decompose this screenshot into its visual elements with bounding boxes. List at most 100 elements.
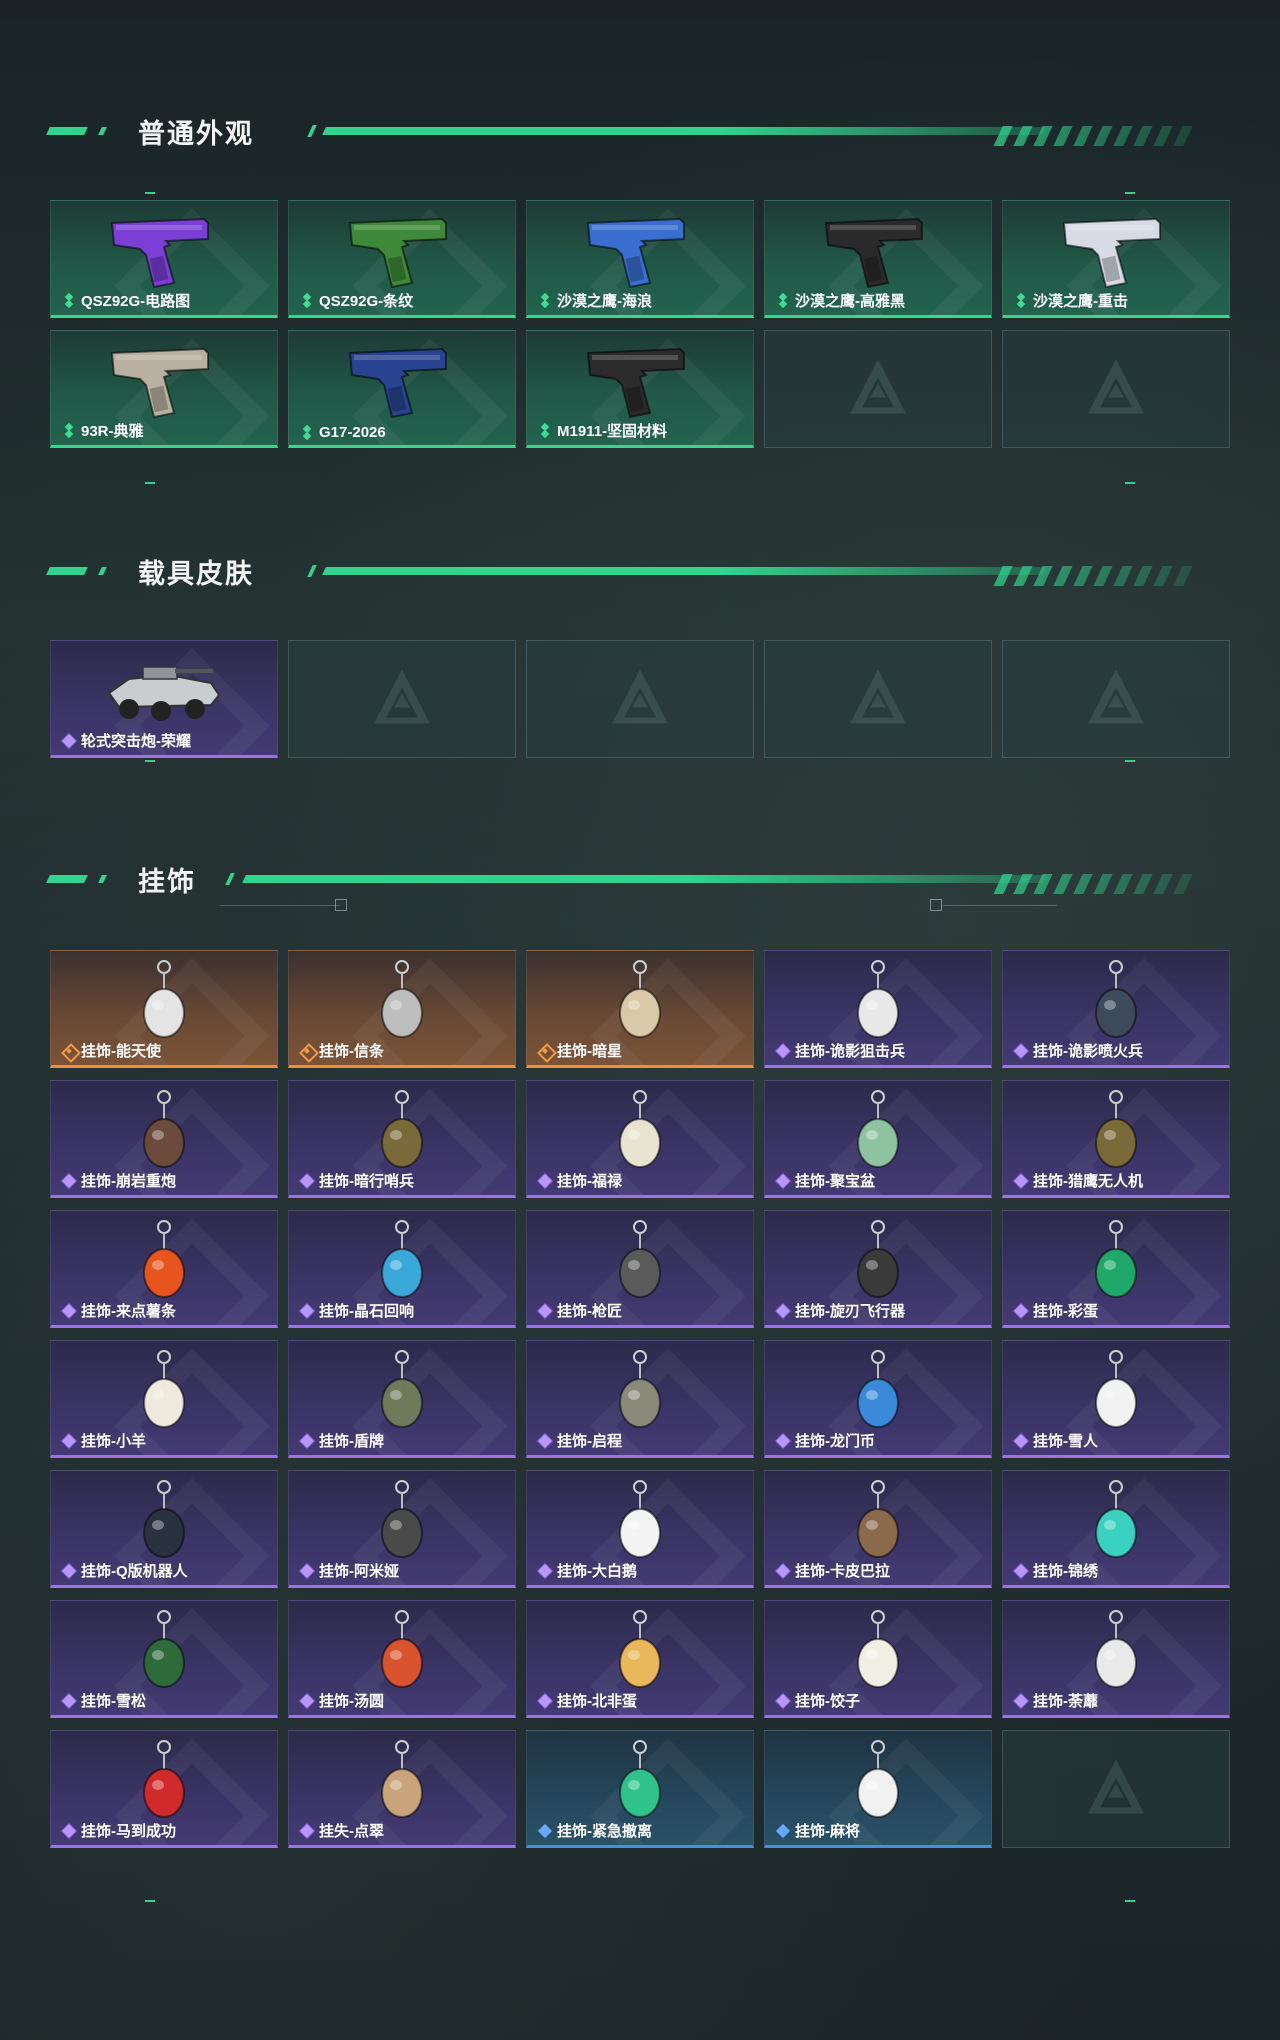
item-tile[interactable]: 挂饰-枪匠 — [526, 1210, 754, 1328]
item-tile[interactable]: 挂饰-Q版机器人 — [50, 1470, 278, 1588]
item-tile[interactable]: 轮式突击炮-荣耀 — [50, 640, 278, 758]
charm-icon — [129, 1609, 199, 1700]
item-tile[interactable]: G17-2026 — [288, 330, 516, 448]
item-tile[interactable]: 挂饰-来点薯条 — [50, 1210, 278, 1328]
item-name: 挂饰-聚宝盆 — [795, 1173, 875, 1190]
item-name: 轮式突击炮-荣耀 — [81, 733, 191, 750]
item-tile[interactable]: QSZ92G-电路图 — [50, 200, 278, 318]
item-tile[interactable]: 挂饰-诡影狙击兵 — [764, 950, 992, 1068]
section-title: 载具皮肤 — [138, 559, 254, 589]
charm-icon — [843, 959, 913, 1050]
item-label: M1911-坚固材料 — [539, 420, 667, 441]
item-tile[interactable]: 挂饰-小羊 — [50, 1340, 278, 1458]
item-tile[interactable]: 挂饰-雪人 — [1002, 1340, 1230, 1458]
rarity-icon — [539, 1175, 551, 1187]
item-tile[interactable]: 挂饰-彩蛋 — [1002, 1210, 1230, 1328]
charm-icon — [367, 1089, 437, 1180]
header-checker — [993, 566, 1203, 586]
charm-icon — [1081, 959, 1151, 1050]
ruler-box — [335, 899, 347, 911]
item-tile[interactable]: 挂饰-锦绣 — [1002, 1470, 1230, 1588]
rarity-icon — [777, 1565, 789, 1577]
item-label: 挂饰-雪松 — [63, 1690, 146, 1711]
item-label: QSZ92G-条纹 — [301, 290, 413, 311]
item-tile[interactable]: 挂饰-信条 — [288, 950, 516, 1068]
item-label: 挂饰-福禄 — [539, 1170, 622, 1191]
item-tile[interactable]: 挂饰-龙门币 — [764, 1340, 992, 1458]
item-label: 挂饰-猎鹰无人机 — [1015, 1170, 1143, 1191]
item-tile[interactable]: 挂饰-晶石回响 — [288, 1210, 516, 1328]
item-tile[interactable]: 挂饰-能天使 — [50, 950, 278, 1068]
item-tile[interactable]: 挂饰-饺子 — [764, 1600, 992, 1718]
item-tile[interactable]: 挂饰-麻将 — [764, 1730, 992, 1848]
item-tile[interactable]: 挂饰-雪松 — [50, 1600, 278, 1718]
item-label: 挂饰-崩岩重炮 — [63, 1170, 176, 1191]
empty-slot — [764, 330, 992, 448]
empty-slot — [288, 640, 516, 758]
tick-mark — [1125, 760, 1135, 762]
tick-mark — [1125, 192, 1135, 194]
rarity-icon — [63, 1045, 75, 1057]
ruler-line — [942, 905, 1057, 906]
item-tile[interactable]: 沙漠之鹰-高雅黑 — [764, 200, 992, 318]
item-name: M1911-坚固材料 — [557, 423, 668, 440]
item-label: 挂饰-荼蘼 — [1015, 1690, 1098, 1711]
rarity-icon — [539, 1305, 551, 1317]
placeholder-logo-icon — [1086, 1758, 1146, 1821]
item-name: 挂饰-旋刃飞行器 — [795, 1303, 905, 1320]
header-separator — [307, 125, 317, 137]
item-tile[interactable]: 挂饰-暗行哨兵 — [288, 1080, 516, 1198]
item-tile[interactable]: 沙漠之鹰-重击 — [1002, 200, 1230, 318]
item-tile[interactable]: 挂饰-卡皮巴拉 — [764, 1470, 992, 1588]
ruler-line — [220, 905, 340, 906]
item-label: 挂饰-北非蛋 — [539, 1690, 637, 1711]
item-name: 挂饰-马到成功 — [81, 1823, 176, 1840]
item-tile[interactable]: 挂饰-旋刃飞行器 — [764, 1210, 992, 1328]
vehicles-grid: 轮式突击炮-荣耀 — [50, 640, 1230, 758]
charm-icon — [843, 1349, 913, 1440]
item-tile[interactable]: 挂饰-马到成功 — [50, 1730, 278, 1848]
pistol-icon — [342, 209, 462, 296]
item-label: 挂饰-盾牌 — [301, 1430, 384, 1451]
item-tile[interactable]: 挂失-点翠 — [288, 1730, 516, 1848]
item-label: 挂饰-来点薯条 — [63, 1300, 176, 1321]
empty-slot — [764, 640, 992, 758]
item-tile[interactable]: 挂饰-猎鹰无人机 — [1002, 1080, 1230, 1198]
charm-icon — [843, 1089, 913, 1180]
item-name: 挂饰-大白鹅 — [557, 1563, 637, 1580]
weapons-grid: QSZ92G-电路图 QSZ92G-条纹 沙漠之鹰-海浪 沙漠之鹰-高雅黑 沙漠… — [50, 200, 1230, 448]
charm-icon — [367, 1349, 437, 1440]
pistol-icon — [818, 209, 938, 296]
item-tile[interactable]: 挂饰-崩岩重炮 — [50, 1080, 278, 1198]
charm-icon — [129, 1219, 199, 1310]
rarity-icon — [539, 1435, 551, 1447]
item-label: 挂饰-阿米娅 — [301, 1560, 399, 1581]
item-tile[interactable]: 挂饰-荼蘼 — [1002, 1600, 1230, 1718]
item-tile[interactable]: 挂饰-启程 — [526, 1340, 754, 1458]
item-tile[interactable]: 挂饰-北非蛋 — [526, 1600, 754, 1718]
item-tile[interactable]: 挂饰-聚宝盆 — [764, 1080, 992, 1198]
item-name: 挂饰-Q版机器人 — [81, 1563, 188, 1580]
item-tile[interactable]: 挂饰-阿米娅 — [288, 1470, 516, 1588]
item-tile[interactable]: 挂饰-大白鹅 — [526, 1470, 754, 1588]
item-tile[interactable]: 挂饰-诡影喷火兵 — [1002, 950, 1230, 1068]
item-tile[interactable]: QSZ92G-条纹 — [288, 200, 516, 318]
item-name: 挂饰-来点薯条 — [81, 1303, 176, 1320]
header-checker — [993, 874, 1203, 894]
item-label: 挂失-点翠 — [301, 1820, 384, 1841]
placeholder-logo-icon — [848, 668, 908, 731]
item-tile[interactable]: 挂饰-福禄 — [526, 1080, 754, 1198]
charm-icon — [605, 959, 675, 1050]
item-name: 93R-典雅 — [81, 423, 144, 440]
item-tile[interactable]: 93R-典雅 — [50, 330, 278, 448]
rarity-icon — [1015, 1435, 1027, 1447]
item-tile[interactable]: 挂饰-暗星 — [526, 950, 754, 1068]
item-tile[interactable]: 挂饰-盾牌 — [288, 1340, 516, 1458]
item-label: QSZ92G-电路图 — [63, 290, 190, 311]
item-tile[interactable]: 挂饰-紧急撤离 — [526, 1730, 754, 1848]
item-tile[interactable]: 沙漠之鹰-海浪 — [526, 200, 754, 318]
item-tile[interactable]: M1911-坚固材料 — [526, 330, 754, 448]
item-tile[interactable]: 挂饰-汤圆 — [288, 1600, 516, 1718]
charm-icon — [605, 1219, 675, 1310]
section-title: 挂饰 — [138, 867, 196, 897]
